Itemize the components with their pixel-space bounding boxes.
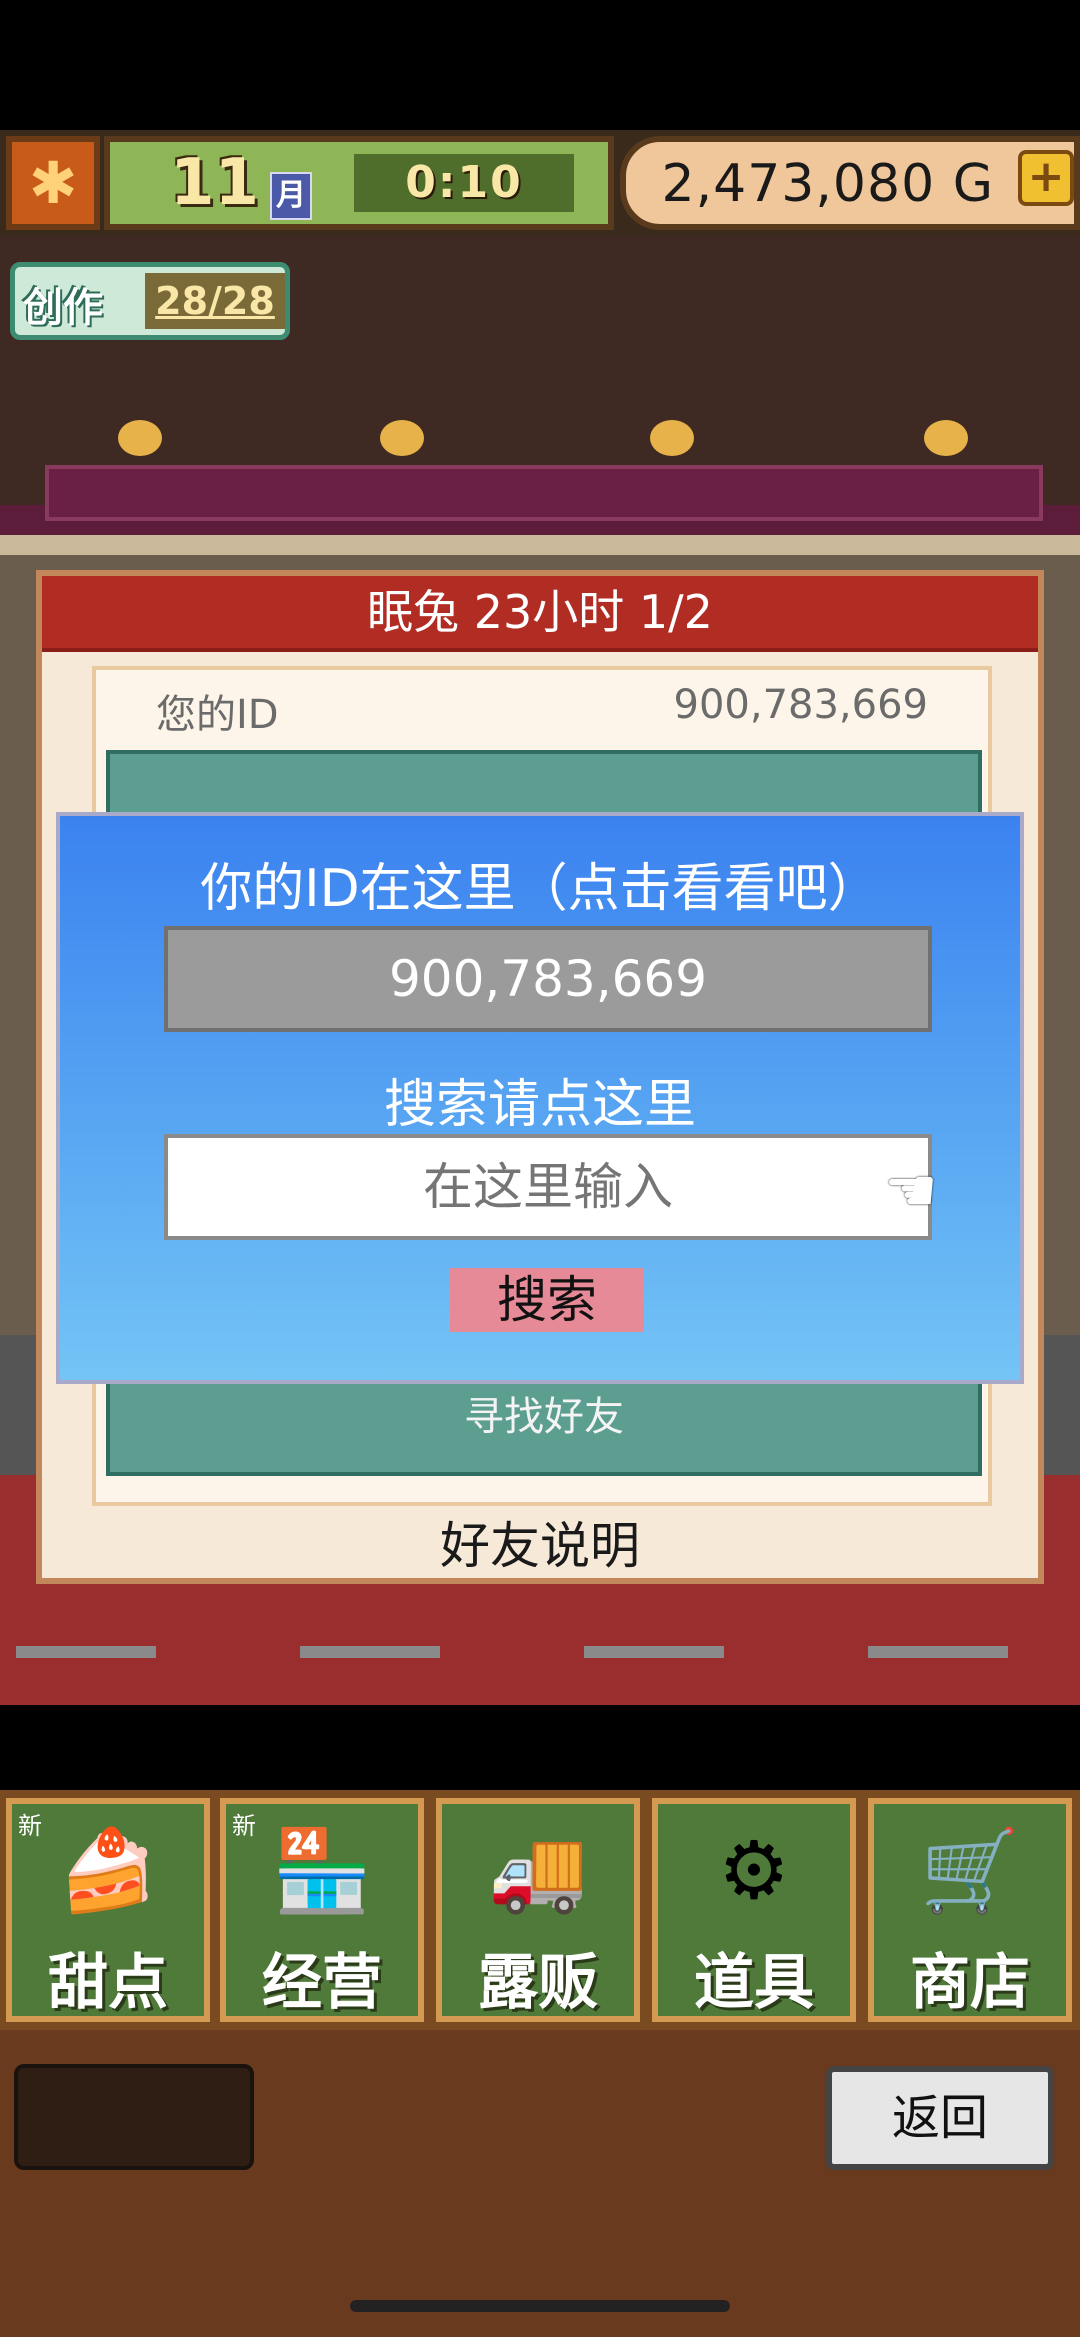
date-panel: 11 月 0:10 [104, 136, 614, 230]
tab-stall[interactable]: 🚚 露贩 [436, 1798, 640, 2022]
tab-items[interactable]: ⚙ 道具 [652, 1798, 856, 2022]
search-hint-text: 搜索请点这里 [383, 1075, 696, 1135]
add-gold-button[interactable]: + [1018, 150, 1074, 206]
your-id-label: 您的ID [156, 692, 279, 738]
shop-awning [45, 465, 1043, 521]
bottom-tab-bar: 新 🍰 甜点 新 🏪 经营 🚚 露贩 ⚙ 道具 🛒 商店 [0, 1790, 1080, 2030]
search-input[interactable] [164, 1134, 932, 1240]
tab-dessert[interactable]: 新 🍰 甜点 [6, 1798, 210, 2022]
month-unit-label: 月 [270, 172, 312, 220]
cake-icon: 🍰 [58, 1824, 158, 1917]
back-button[interactable]: 返回 [826, 2066, 1054, 2170]
gold-amount: 2,473,080 G [661, 154, 994, 214]
creation-count: 28/28 [145, 273, 285, 329]
game-time: 0:10 [354, 154, 574, 212]
tab-store[interactable]: 🛒 商店 [868, 1798, 1072, 2022]
bottom-plate [14, 2064, 254, 2170]
tab-label: 甜点 [48, 1948, 168, 2018]
creation-label: 创作 [23, 285, 103, 331]
road-marking [584, 1646, 724, 1658]
road-marking [16, 1646, 156, 1658]
friend-help-button[interactable]: 好友说明 [42, 1506, 1038, 1578]
lantern-icon [118, 420, 162, 456]
tab-label: 露贩 [478, 1948, 598, 2018]
creation-badge[interactable]: 创作 28/28 [10, 262, 290, 340]
search-button[interactable]: 搜索 [450, 1268, 644, 1332]
shop-icon: 🏪 [272, 1824, 372, 1917]
pointing-hand-icon: ☚ [884, 1156, 938, 1226]
find-friend-button[interactable]: 寻找好友 [110, 1384, 978, 1442]
lantern-icon [380, 420, 424, 456]
food-truck-icon: 🚚 [488, 1824, 588, 1917]
your-id-value: 900,783,669 [673, 682, 928, 728]
lantern-icon [924, 420, 968, 456]
gold-panel: 2,473,080 G [620, 136, 1080, 230]
road-marking [300, 1646, 440, 1658]
tab-label: 道具 [694, 1948, 814, 2018]
month-number: 11 [170, 146, 260, 220]
road-marking [868, 1646, 1008, 1658]
tab-management[interactable]: 新 🏪 经营 [220, 1798, 424, 2022]
id-hint-text: 你的ID在这里（点击看看吧） [200, 859, 880, 919]
friend-panel-header: 眠兔 23小时 1/2 [42, 576, 1038, 652]
maple-leaf-icon: ✱ [6, 136, 100, 230]
home-indicator[interactable] [350, 2300, 730, 2312]
gear-bag-icon: ⚙ [718, 1824, 790, 1917]
cart-icon: 🛒 [920, 1824, 1020, 1917]
id-display-field[interactable]: 900,783,669 [164, 926, 932, 1032]
lantern-icon [650, 420, 694, 456]
id-search-dialog: 你的ID在这里（点击看看吧） 900,783,669 搜索请点这里 ☚ 搜索 [56, 812, 1024, 1384]
plus-icon: + [1027, 151, 1065, 202]
tab-label: 商店 [910, 1948, 1030, 2018]
tab-label: 经营 [262, 1948, 382, 2018]
